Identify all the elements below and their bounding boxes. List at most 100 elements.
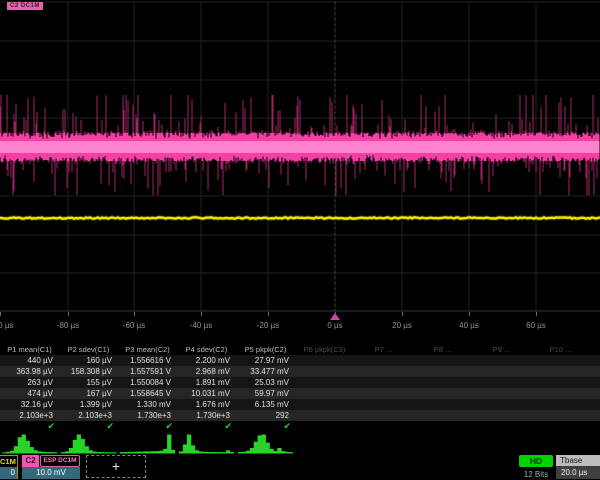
parameter-header[interactable]: P4 sdev(C2) [177, 344, 236, 355]
channel-c1-descriptor[interactable]: C1M 0 mV [0, 455, 18, 479]
c2-scale-value: 10.0 mV [22, 467, 80, 479]
measurement-cell [531, 388, 590, 399]
c2-coupling-label: ESP DC1M [40, 455, 80, 467]
measurement-cell: 6.135 mV [236, 399, 295, 410]
measurement-cell [590, 355, 600, 366]
measurement-cell: 292 [236, 410, 295, 421]
table-row: ✔✔✔✔✔ [0, 421, 600, 432]
measurement-cell [531, 399, 590, 410]
measurement-cell [413, 399, 472, 410]
axis-label: -20 µs [257, 321, 279, 330]
axis-tick [536, 312, 537, 316]
measurement-cell: 1.558645 V [118, 388, 177, 399]
axis-tick [469, 312, 470, 316]
descriptor-bar: C1M 0 mV C2 ESP DC1M 10.0 mV + HD 12 Bit… [0, 455, 600, 480]
table-row: 440 µV160 µV1.556616 V2.200 mV27.97 mV [0, 355, 600, 366]
measurement-cell: 1.330 mV [118, 399, 177, 410]
measurement-cell: 167 µV [59, 388, 118, 399]
measurement-cell: 363.98 µV [0, 366, 59, 377]
measurement-cell: 59.97 mV [236, 388, 295, 399]
measurement-cell [295, 399, 354, 410]
table-row: 32.16 µV1.399 µV1.330 mV1.676 mV6.135 mV [0, 399, 600, 410]
measurement-cell [531, 355, 590, 366]
c1-scale-value: 0 mV [0, 467, 17, 479]
parameter-header[interactable]: P7 ... [354, 344, 413, 355]
measurement-cell [413, 366, 472, 377]
measurement-cell [354, 355, 413, 366]
status-check-icon: ✔ [118, 421, 177, 432]
table-row: 474 µV167 µV1.558645 V10.031 mV59.97 mV [0, 388, 600, 399]
measurement-cell: 160 µV [59, 355, 118, 366]
status-check-icon [295, 421, 354, 432]
measurement-cell: 1.730e+3 [177, 410, 236, 421]
measurement-cell: 1.557591 V [118, 366, 177, 377]
measurement-cell [295, 366, 354, 377]
add-trace-button[interactable]: + [86, 455, 146, 478]
status-check-icon [413, 421, 472, 432]
measurement-cell: 1.556616 V [118, 355, 177, 366]
hd-mode-badge: HD [519, 455, 553, 467]
c1-coupling-label: C1M [0, 456, 17, 467]
measurement-cell [531, 410, 590, 421]
measurement-cell [531, 377, 590, 388]
parameter-header[interactable]: P8 ... [413, 344, 472, 355]
parameter-header[interactable]: P6 pkpk(C3) [295, 344, 354, 355]
axis-label: -100 µs [0, 321, 13, 330]
status-check-icon [472, 421, 531, 432]
hd-bits-label: 12 Bits [519, 470, 553, 479]
measurement-cell: 33.477 mV [236, 366, 295, 377]
measurement-cell [295, 355, 354, 366]
table-row: 263 µV155 µV1.550084 V1.891 mV25.03 mV [0, 377, 600, 388]
measurement-cell [354, 388, 413, 399]
axis-label: -40 µs [190, 321, 212, 330]
measurement-cell [472, 366, 531, 377]
status-check-icon: ✔ [0, 421, 59, 432]
status-check-icon [531, 421, 590, 432]
axis-label: -80 µs [57, 321, 79, 330]
measurement-cell: 155 µV [59, 377, 118, 388]
measurement-cell: 1.676 mV [177, 399, 236, 410]
oscilloscope-screen: C2 DC1M -100 µs-80 µs-60 µs-40 µs-20 µs0… [0, 0, 600, 480]
measurement-cell: 440 µV [0, 355, 59, 366]
c2-channel-tag: C2 [22, 455, 39, 467]
measurement-cell [472, 399, 531, 410]
parameter-header[interactable]: P10 ... [531, 344, 590, 355]
histicon-row [0, 433, 600, 455]
measurement-cell [413, 377, 472, 388]
parameter-header[interactable]: P9 ... [472, 344, 531, 355]
axis-tick [201, 312, 202, 316]
timebase-descriptor[interactable]: Tbase 20.0 µs [556, 455, 600, 479]
measurement-cell [354, 366, 413, 377]
time-axis: -100 µs-80 µs-60 µs-40 µs-20 µs0 µs20 µs… [0, 312, 600, 344]
measurement-cell [354, 377, 413, 388]
status-check-icon [590, 421, 600, 432]
axis-label: 40 µs [459, 321, 479, 330]
parameter-header[interactable]: P11 [590, 344, 600, 355]
axis-tick [402, 312, 403, 316]
measurement-cell: 263 µV [0, 377, 59, 388]
timebase-value: 20.0 µs [556, 466, 600, 479]
channel-c2-descriptor[interactable]: C2 ESP DC1M 10.0 mV [22, 455, 80, 479]
axis-label: 20 µs [392, 321, 412, 330]
measurement-cell: 158.308 µV [59, 366, 118, 377]
parameter-header[interactable]: P1 mean(C1) [0, 344, 59, 355]
measurement-cell: 1.399 µV [59, 399, 118, 410]
measurement-cell [472, 377, 531, 388]
parameter-header[interactable]: P2 sdev(C1) [59, 344, 118, 355]
measurement-cell [590, 377, 600, 388]
timebase-title: Tbase [556, 455, 600, 466]
measurement-cell [472, 410, 531, 421]
parameter-header[interactable]: P5 pkpk(C2) [236, 344, 295, 355]
measurement-cell [413, 355, 472, 366]
grid-svg [0, 0, 600, 312]
measurement-cell [472, 388, 531, 399]
measurement-cell: 25.03 mV [236, 377, 295, 388]
measurement-cell [531, 366, 590, 377]
measurement-cell: 1.730e+3 [118, 410, 177, 421]
trace-status-badge: C2 DC1M [7, 2, 43, 10]
measurement-cell: 1.550084 V [118, 377, 177, 388]
parameter-header[interactable]: P3 mean(C2) [118, 344, 177, 355]
axis-tick [0, 312, 1, 316]
status-check-icon: ✔ [59, 421, 118, 432]
measurement-cell [413, 388, 472, 399]
